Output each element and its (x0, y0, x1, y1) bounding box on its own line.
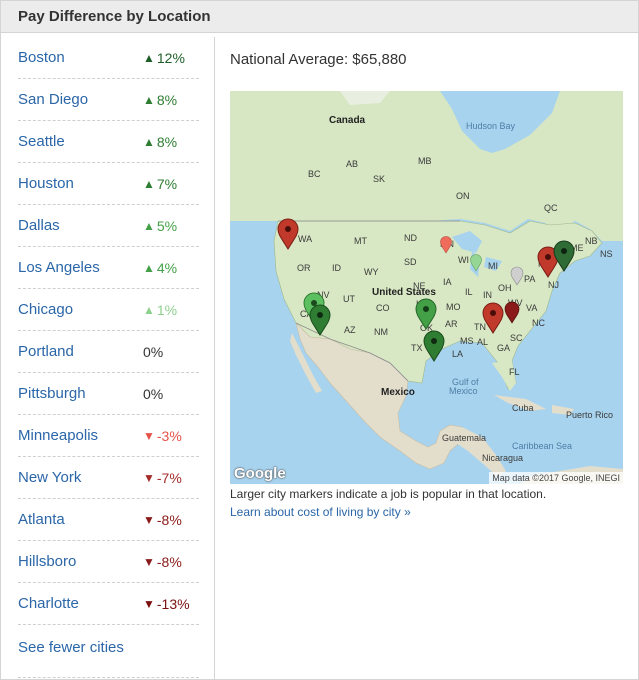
city-link[interactable]: San Diego (18, 91, 143, 108)
city-pay-change-value: -13% (156, 595, 190, 612)
city-row: Los Angeles ▲ 4% (18, 247, 199, 289)
city-pay-change-value: 7% (156, 175, 178, 192)
city-link[interactable]: Pittsburgh (18, 385, 143, 402)
city-pay-change: 0% (143, 344, 163, 360)
city-row: Chicago ▲ 1% (18, 289, 199, 331)
city-row: Charlotte ▼ -13% (18, 583, 199, 625)
city-link[interactable]: New York (18, 469, 143, 486)
city-link[interactable]: Dallas (18, 217, 143, 234)
city-link[interactable]: Atlanta (18, 511, 143, 528)
city-pay-change-value: -8% (156, 511, 182, 528)
city-pay-change: 0% (143, 386, 163, 402)
city-pay-change: ▲ 12% (143, 50, 185, 66)
city-row: Minneapolis ▼ -3% (18, 415, 199, 457)
minneapolis-pin[interactable] (440, 236, 452, 254)
map-attribution[interactable]: Map data ©2017 Google, INEGI (489, 472, 623, 484)
city-link[interactable]: Houston (18, 175, 143, 192)
card-title: Pay Difference by Location (18, 8, 211, 25)
card-header: Pay Difference by Location (1, 1, 638, 33)
city-pay-change-value: 8% (156, 91, 178, 108)
see-fewer-cities-link[interactable]: See fewer cities (1, 637, 214, 659)
city-pay-change: ▼ -13% (143, 596, 190, 612)
city-row: Atlanta ▼ -8% (18, 499, 199, 541)
city-pay-change: ▲ 8% (143, 134, 177, 150)
triangle-down-icon: ▼ (143, 470, 155, 485)
city-pay-change-value: 0% (143, 343, 164, 360)
city-link[interactable]: Hillsboro (18, 553, 143, 570)
city-link[interactable]: Seattle (18, 133, 143, 150)
map-caption: Larger city markers indicate a job is po… (230, 487, 547, 501)
city-pay-change-value: 4% (156, 259, 178, 276)
dallas-pin[interactable] (415, 298, 437, 330)
triangle-up-icon: ▲ (143, 176, 155, 191)
city-pay-change: ▼ -3% (143, 428, 182, 444)
city-row: Seattle ▲ 8% (18, 121, 199, 163)
triangle-up-icon: ▲ (143, 134, 155, 149)
city-pay-change-value: -8% (156, 553, 182, 570)
city-pay-change: ▲ 1% (143, 302, 177, 318)
city-pay-change: ▼ -8% (143, 554, 182, 570)
triangle-down-icon: ▼ (143, 512, 155, 527)
city-pay-change-value: 8% (156, 133, 178, 150)
city-pay-change: ▼ -7% (143, 470, 182, 486)
triangle-up-icon: ▲ (143, 260, 155, 275)
cost-of-living-link[interactable]: Learn about cost of living by city » (230, 505, 624, 519)
city-pay-change-value: -7% (156, 469, 182, 486)
city-row: Boston ▲ 12% (18, 37, 199, 79)
city-pay-change: ▼ -8% (143, 512, 182, 528)
city-pay-change-value: 1% (156, 301, 178, 318)
charlotte-pin[interactable] (504, 301, 520, 324)
triangle-down-icon: ▼ (143, 596, 155, 611)
houston-pin[interactable] (423, 330, 445, 362)
city-link[interactable]: Los Angeles (18, 259, 143, 276)
chicago-pin[interactable] (470, 254, 482, 272)
city-pay-change: ▲ 8% (143, 92, 177, 108)
city-link[interactable]: Chicago (18, 301, 143, 318)
city-row: San Diego ▲ 8% (18, 79, 199, 121)
seattle-pin[interactable] (277, 218, 299, 250)
map-pins (277, 218, 575, 362)
city-link[interactable]: Portland (18, 343, 143, 360)
city-pay-change-value: 12% (156, 49, 185, 66)
city-row: Portland 0% (18, 331, 199, 373)
city-pay-change: ▲ 4% (143, 260, 177, 276)
triangle-down-icon: ▼ (143, 554, 155, 569)
city-row: New York ▼ -7% (18, 457, 199, 499)
city-link[interactable]: Charlotte (18, 595, 143, 612)
boston-pin[interactable] (553, 240, 575, 272)
google-logo: Google (234, 465, 286, 482)
city-pay-change-value: 0% (143, 385, 164, 402)
city-link[interactable]: Minneapolis (18, 427, 143, 444)
map-panel: National Average: $65,880 Canada Hudson … (230, 37, 624, 519)
pay-difference-card: Pay Difference by Location Boston ▲ 12% San… (0, 0, 639, 680)
city-row: Pittsburgh 0% (18, 373, 199, 415)
triangle-down-icon: ▼ (143, 428, 155, 443)
triangle-up-icon: ▲ (143, 302, 155, 317)
triangle-up-icon: ▲ (143, 92, 155, 107)
city-row: Dallas ▲ 5% (18, 205, 199, 247)
city-list: Boston ▲ 12% San Diego ▲ 8% Seattle ▲ 8% Houston ▲… (1, 37, 199, 625)
location-map[interactable]: Canada Hudson Bay United States Mexico G… (230, 91, 623, 484)
triangle-up-icon: ▲ (143, 218, 155, 233)
city-row: Hillsboro ▼ -8% (18, 541, 199, 583)
bottom-divider (18, 677, 199, 678)
atlanta-pin[interactable] (482, 302, 504, 334)
city-pay-change-value: -3% (156, 427, 182, 444)
city-pay-change: ▲ 5% (143, 218, 177, 234)
city-row: Houston ▲ 7% (18, 163, 199, 205)
national-average: National Average: $65,880 (230, 51, 407, 68)
san-diego-pin[interactable] (309, 304, 331, 336)
city-link[interactable]: Boston (18, 49, 143, 66)
triangle-up-icon: ▲ (143, 50, 155, 65)
city-sidebar: Boston ▲ 12% San Diego ▲ 8% Seattle ▲ 8% Houston ▲… (1, 37, 215, 679)
city-pay-change-value: 5% (156, 217, 178, 234)
pittsburgh-pin[interactable] (510, 266, 524, 286)
city-pay-change: ▲ 7% (143, 176, 177, 192)
